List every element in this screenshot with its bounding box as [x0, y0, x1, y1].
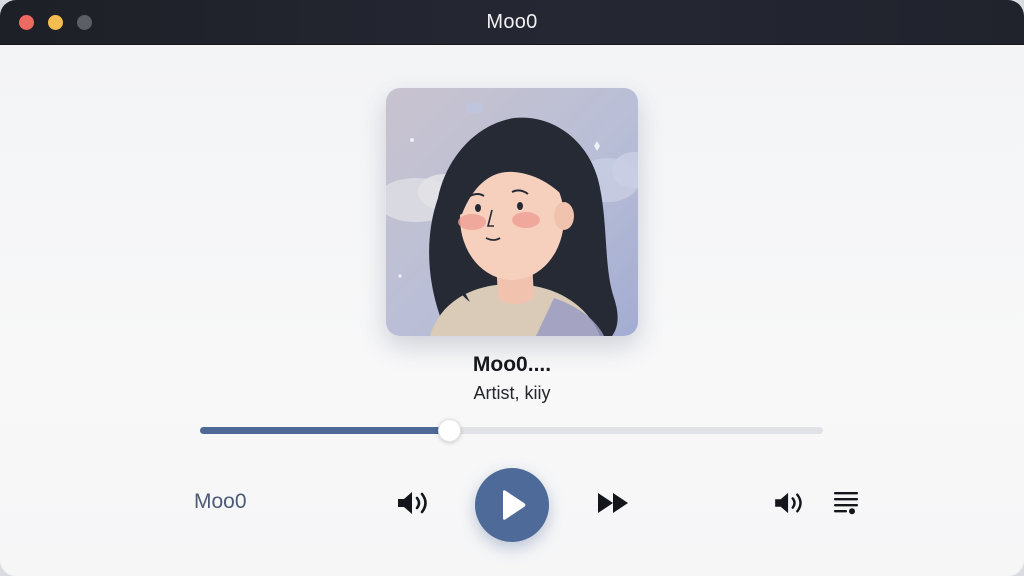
track-title: Moo0....	[472, 353, 552, 376]
track-artist: Artist, kiiy	[473, 383, 551, 403]
progress-fill	[200, 427, 450, 434]
progress-thumb[interactable]	[438, 419, 462, 442]
queue-icon	[834, 492, 858, 515]
volume-icon	[775, 492, 802, 514]
fast-forward-icon	[598, 493, 628, 513]
volume-icon	[398, 492, 427, 514]
fast-forward-button[interactable]	[594, 486, 632, 520]
title-bar: Moo0	[0, 0, 1024, 45]
album-art	[386, 88, 638, 336]
window-title: Moo0	[486, 11, 538, 33]
queue-button[interactable]	[829, 486, 863, 520]
volume-button-secondary[interactable]	[770, 486, 808, 520]
player-window: Moo0 Moo0.... Artist, kiiy Moo0	[0, 0, 1024, 576]
album-art-illustration-icon	[386, 88, 638, 336]
volume-button[interactable]	[393, 486, 433, 520]
player-content: Moo0.... Artist, kiiy Moo0	[0, 46, 1024, 576]
progress-bar[interactable]	[200, 419, 823, 442]
play-button[interactable]	[475, 468, 549, 542]
app-label: Moo0	[194, 490, 247, 513]
play-icon	[503, 490, 526, 520]
